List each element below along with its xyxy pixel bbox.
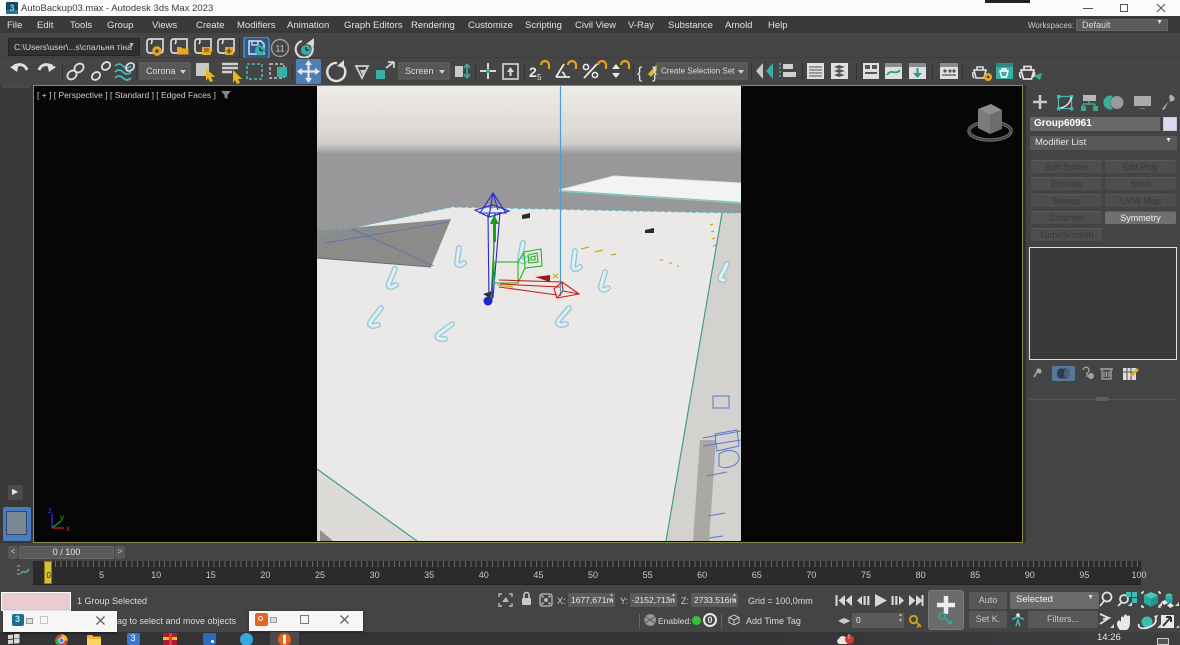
svg-text:Corona: Corona [146, 66, 176, 76]
svg-text:Screen: Screen [405, 66, 434, 76]
svg-text:y: y [60, 513, 64, 522]
svg-text:11: 11 [275, 44, 284, 54]
svg-text:3: 3 [9, 3, 14, 13]
svg-text:Create Selection Set: Create Selection Set [661, 67, 735, 76]
svg-text:5: 5 [537, 73, 542, 82]
svg-text:2: 2 [529, 64, 537, 80]
svg-text:x: x [66, 524, 70, 533]
svg-text:z: z [48, 506, 52, 515]
svg-text:{: { [637, 65, 643, 82]
